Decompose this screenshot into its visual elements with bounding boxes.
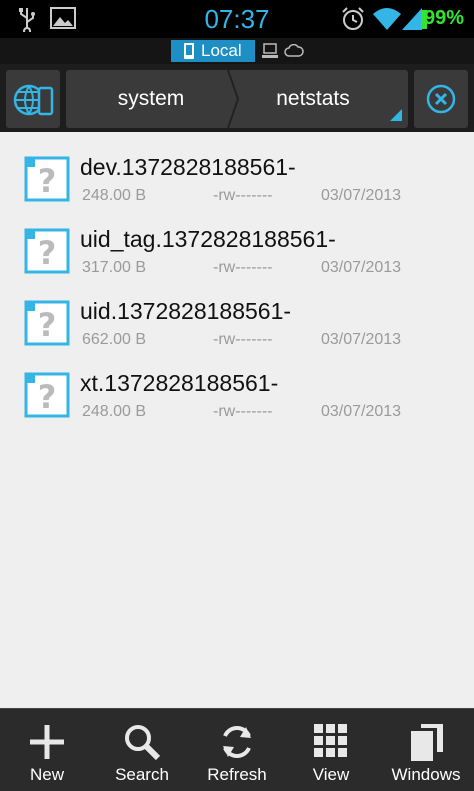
file-size: 662.00 B	[82, 331, 147, 348]
tab-local[interactable]: Local	[171, 40, 255, 62]
file-date: 03/07/2013	[321, 187, 402, 204]
globe-device-icon	[13, 82, 55, 123]
wifi-icon	[372, 6, 402, 37]
list-item[interactable]: ? uid.1372828188561- 662.00 B -rw-------…	[0, 286, 474, 358]
status-bar: 07:37 99%	[0, 0, 474, 38]
file-size: 248.00 B	[82, 187, 147, 204]
grid-view-icon	[314, 724, 347, 757]
storage-switch-button[interactable]	[6, 70, 60, 128]
view-label: View	[312, 765, 350, 784]
refresh-button[interactable]: Refresh	[190, 709, 284, 791]
bottom-toolbar: New Search Refresh View Windows	[0, 708, 474, 791]
windows-button[interactable]: Windows	[378, 709, 474, 791]
path-bar: system netstats	[0, 64, 474, 132]
file-size: 317.00 B	[82, 259, 147, 276]
battery-level: 99%	[423, 7, 464, 29]
plus-icon	[30, 725, 64, 759]
file-date: 03/07/2013	[321, 331, 402, 348]
unknown-file-icon: ?	[24, 156, 70, 202]
file-permissions: -rw-------	[213, 403, 273, 420]
list-item[interactable]: ? uid_tag.1372828188561- 317.00 B -rw---…	[0, 214, 474, 286]
refresh-icon	[223, 726, 251, 758]
file-permissions: -rw-------	[213, 187, 273, 204]
svg-text:?: ?	[38, 306, 57, 344]
file-permissions: -rw-------	[213, 259, 273, 276]
breadcrumb-netstats[interactable]: netstats	[238, 70, 388, 128]
close-path-button[interactable]	[414, 70, 468, 128]
refresh-label: Refresh	[207, 765, 267, 784]
unknown-file-icon: ?	[24, 300, 70, 346]
search-icon	[125, 725, 161, 761]
list-item[interactable]: ? xt.1372828188561- 248.00 B -rw------- …	[0, 358, 474, 430]
dropdown-corner-icon[interactable]	[390, 108, 402, 126]
new-label: New	[29, 765, 64, 784]
network-computer-icon[interactable]	[262, 43, 278, 64]
search-label: Search	[115, 765, 169, 784]
location-tabs: Local	[0, 38, 474, 64]
file-size: 248.00 B	[82, 403, 147, 420]
file-name: uid_tag.1372828188561-	[80, 226, 336, 252]
new-button[interactable]: New	[0, 709, 94, 791]
tab-local-label: Local	[201, 41, 242, 60]
svg-text:?: ?	[38, 378, 57, 416]
file-permissions: -rw-------	[213, 331, 273, 348]
breadcrumb-system[interactable]: system	[66, 70, 236, 128]
phone-icon	[183, 43, 195, 65]
unknown-file-icon: ?	[24, 228, 70, 274]
svg-text:?: ?	[38, 162, 57, 200]
search-button[interactable]: Search	[94, 709, 190, 791]
list-item[interactable]: ? dev.1372828188561- 248.00 B -rw-------…	[0, 142, 474, 214]
close-circle-icon	[426, 84, 456, 119]
unknown-file-icon: ?	[24, 372, 70, 418]
windows-stack-icon	[411, 724, 443, 761]
file-date: 03/07/2013	[321, 403, 402, 420]
windows-label: Windows	[391, 765, 461, 784]
file-name: uid.1372828188561-	[80, 298, 292, 324]
cloud-icon[interactable]	[284, 43, 304, 63]
view-button[interactable]: View	[284, 709, 378, 791]
svg-text:?: ?	[38, 234, 57, 272]
file-name: xt.1372828188561-	[80, 370, 279, 396]
file-name: dev.1372828188561-	[80, 154, 296, 180]
file-date: 03/07/2013	[321, 259, 402, 276]
alarm-icon	[340, 6, 366, 37]
